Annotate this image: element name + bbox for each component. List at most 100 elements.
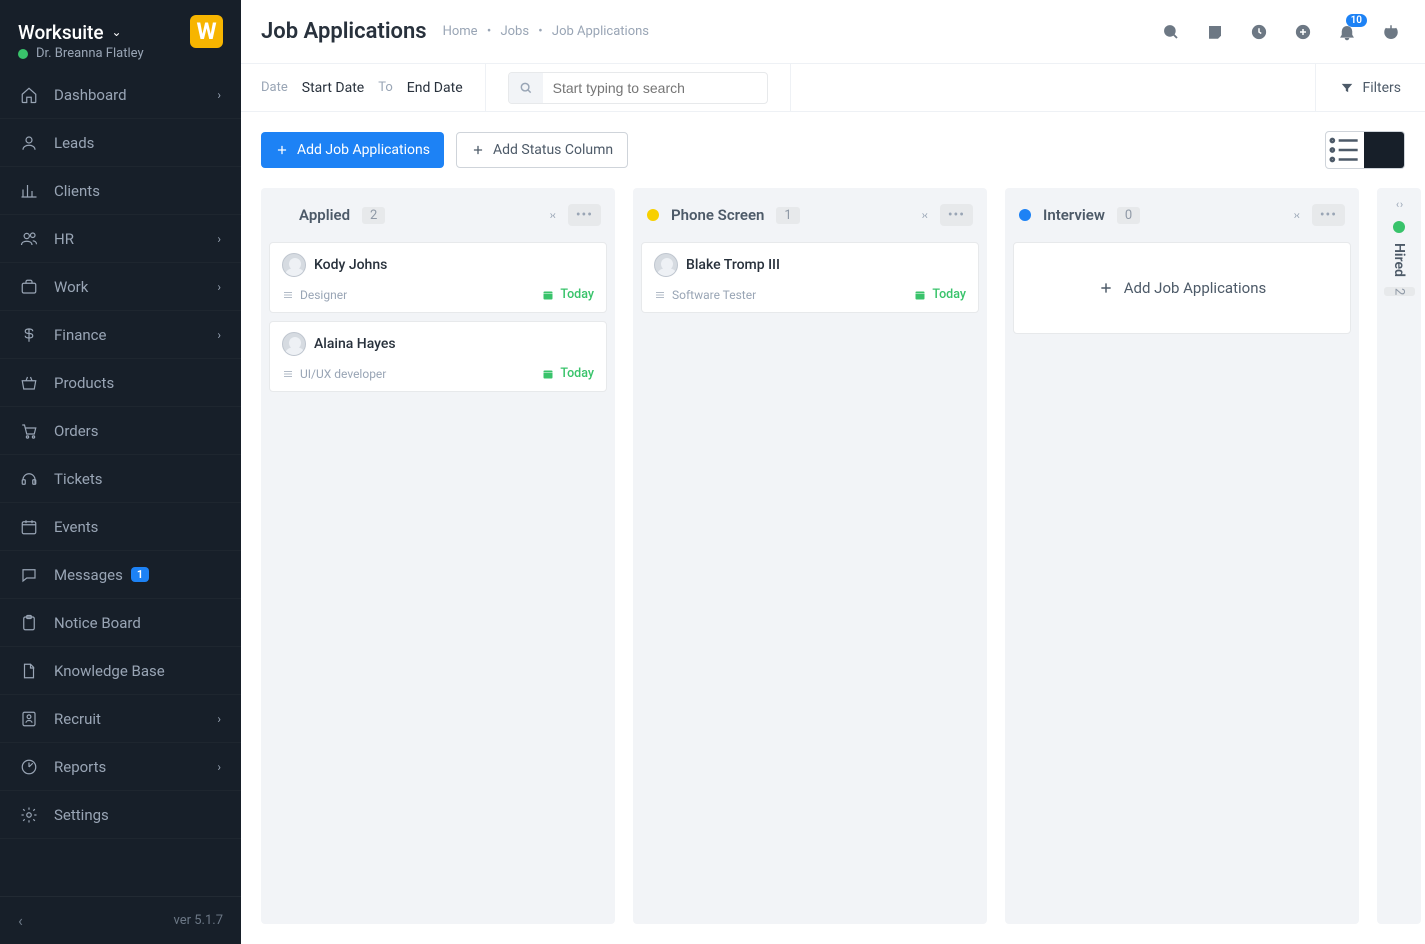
start-date-input[interactable]: Start Date [302,80,364,96]
column-header: Applied 2 › ‹ ••• [261,188,615,242]
sidebar-item-events[interactable]: Events [0,503,241,551]
sidebar-item-knowledge-base[interactable]: Knowledge Base [0,647,241,695]
column-header: Interview 0 › ‹ ••• [1005,188,1359,242]
applicant-date: Today [542,366,594,381]
sidebar-item-label: Recruit [54,710,101,728]
application-card[interactable]: Alaina Hayes UI/UX developer Today [269,321,607,392]
collapse-column-icon[interactable]: › ‹ [922,208,926,222]
power-icon[interactable] [1381,22,1401,42]
add-status-column-button[interactable]: Add Status Column [456,132,628,168]
sidebar-item-settings[interactable]: Settings [0,791,241,839]
sidebar-item-finance[interactable]: Finance › [0,311,241,359]
avatar-icon [282,332,306,356]
collapse-column-icon[interactable]: › ‹ [1294,208,1298,222]
chevron-right-icon: › [217,760,221,774]
column-hired-collapsed[interactable]: ‹ › Hired 2 [1377,188,1421,924]
sidebar-item-notice-board[interactable]: Notice Board [0,599,241,647]
breadcrumb-link[interactable]: Jobs [500,24,529,39]
applicant-date: Today [914,287,966,302]
collapse-sidebar-icon[interactable]: ‹ [18,911,23,930]
sidebar-item-products[interactable]: Products [0,359,241,407]
clock-icon[interactable] [1249,22,1269,42]
avatar-icon [654,253,678,277]
chevron-right-icon: › [217,88,221,102]
sidebar-item-label: Messages [54,566,123,584]
applicant-date: Today [542,287,594,302]
sidebar-item-label: Knowledge Base [54,662,165,680]
breadcrumb-current: Job Applications [552,24,649,39]
more-icon[interactable]: ••• [1312,204,1345,226]
column-header: Phone Screen 1 › ‹ ••• [633,188,987,242]
chart-icon [20,182,38,200]
add-icon[interactable] [1293,22,1313,42]
search-icon[interactable] [1161,22,1181,42]
sidebar-item-work[interactable]: Work › [0,263,241,311]
filters-label: Filters [1362,80,1401,96]
brand-name: Worksuite [18,21,104,44]
note-icon[interactable] [1205,22,1225,42]
chevron-down-icon: ⌄ [112,25,122,39]
kanban-board[interactable]: Applied 2 › ‹ ••• Kody Johns De [241,188,1425,944]
column-title: Interview [1043,206,1105,224]
sidebar-item-tickets[interactable]: Tickets [0,455,241,503]
applicant-name: Alaina Hayes [314,336,396,352]
dollar-icon [20,326,38,344]
status-dot-icon [1019,209,1031,221]
search-input[interactable] [543,80,767,96]
filterbar: Date Start Date To End Date Filters [241,64,1425,112]
users-icon [20,230,38,248]
application-card[interactable]: Blake Tromp III Software Tester Today [641,242,979,313]
button-label: Add Status Column [493,142,613,158]
breadcrumb-link[interactable]: Home [443,24,478,39]
application-card[interactable]: Kody Johns Designer Today [269,242,607,313]
briefcase-icon [20,278,38,296]
more-icon[interactable]: ••• [940,204,973,226]
sidebar-item-orders[interactable]: Orders [0,407,241,455]
sidebar-item-label: Finance [54,326,106,344]
status-dot-icon [275,209,287,221]
end-date-input[interactable]: End Date [407,80,463,96]
status-dot-icon [1393,221,1405,233]
cart-icon [20,422,38,440]
topbar: Job Applications Home • Jobs • Job Appli… [241,0,1425,64]
view-toggle [1325,131,1405,169]
sidebar-item-reports[interactable]: Reports › [0,743,241,791]
sidebar-footer: ‹ ver 5.1.7 [0,896,241,944]
sidebar-item-recruit[interactable]: Recruit › [0,695,241,743]
sidebar-item-label: Dashboard [54,86,127,104]
column-title: Hired [1391,243,1407,277]
more-icon[interactable]: ••• [568,204,601,226]
home-icon [20,86,38,104]
sidebar-item-clients[interactable]: Clients [0,167,241,215]
sidebar-item-messages[interactable]: Messages 1 [0,551,241,599]
list-view-button[interactable] [1326,132,1364,168]
filters-button[interactable]: Filters [1315,64,1425,111]
chevron-right-icon: › [217,712,221,726]
sidebar-item-leads[interactable]: Leads [0,119,241,167]
main: Job Applications Home • Jobs • Job Appli… [241,0,1425,944]
applicant-role: Designer [282,288,347,302]
collapse-column-icon[interactable]: › ‹ [550,208,554,222]
add-job-applications-button[interactable]: Add Job Applications [261,132,444,168]
sidebar-item-label: Tickets [54,470,103,488]
search-icon[interactable] [509,73,543,103]
add-application-card[interactable]: Add Job Applications [1013,242,1351,334]
brand-header[interactable]: Worksuite ⌄ W [0,0,241,64]
brand-logo: W [190,15,223,48]
board-view-button[interactable] [1364,132,1404,168]
sidebar-item-label: HR [54,230,74,248]
expand-column-icon[interactable]: ‹ › [1396,198,1402,211]
page-title: Job Applications [261,19,427,44]
sidebar-item-dashboard[interactable]: Dashboard › [0,71,241,119]
gauge-icon [20,758,38,776]
calendar-icon [20,518,38,536]
button-label: Add Job Applications [297,142,430,158]
sidebar-item-label: Leads [54,134,94,152]
sidebar-item-hr[interactable]: HR › [0,215,241,263]
badge: 1 [131,567,149,582]
sidebar-item-label: Notice Board [54,614,141,632]
column-title: Applied [299,206,350,224]
bell-icon[interactable]: 10 [1337,22,1357,42]
basket-icon [20,374,38,392]
id-card-icon [20,710,38,728]
